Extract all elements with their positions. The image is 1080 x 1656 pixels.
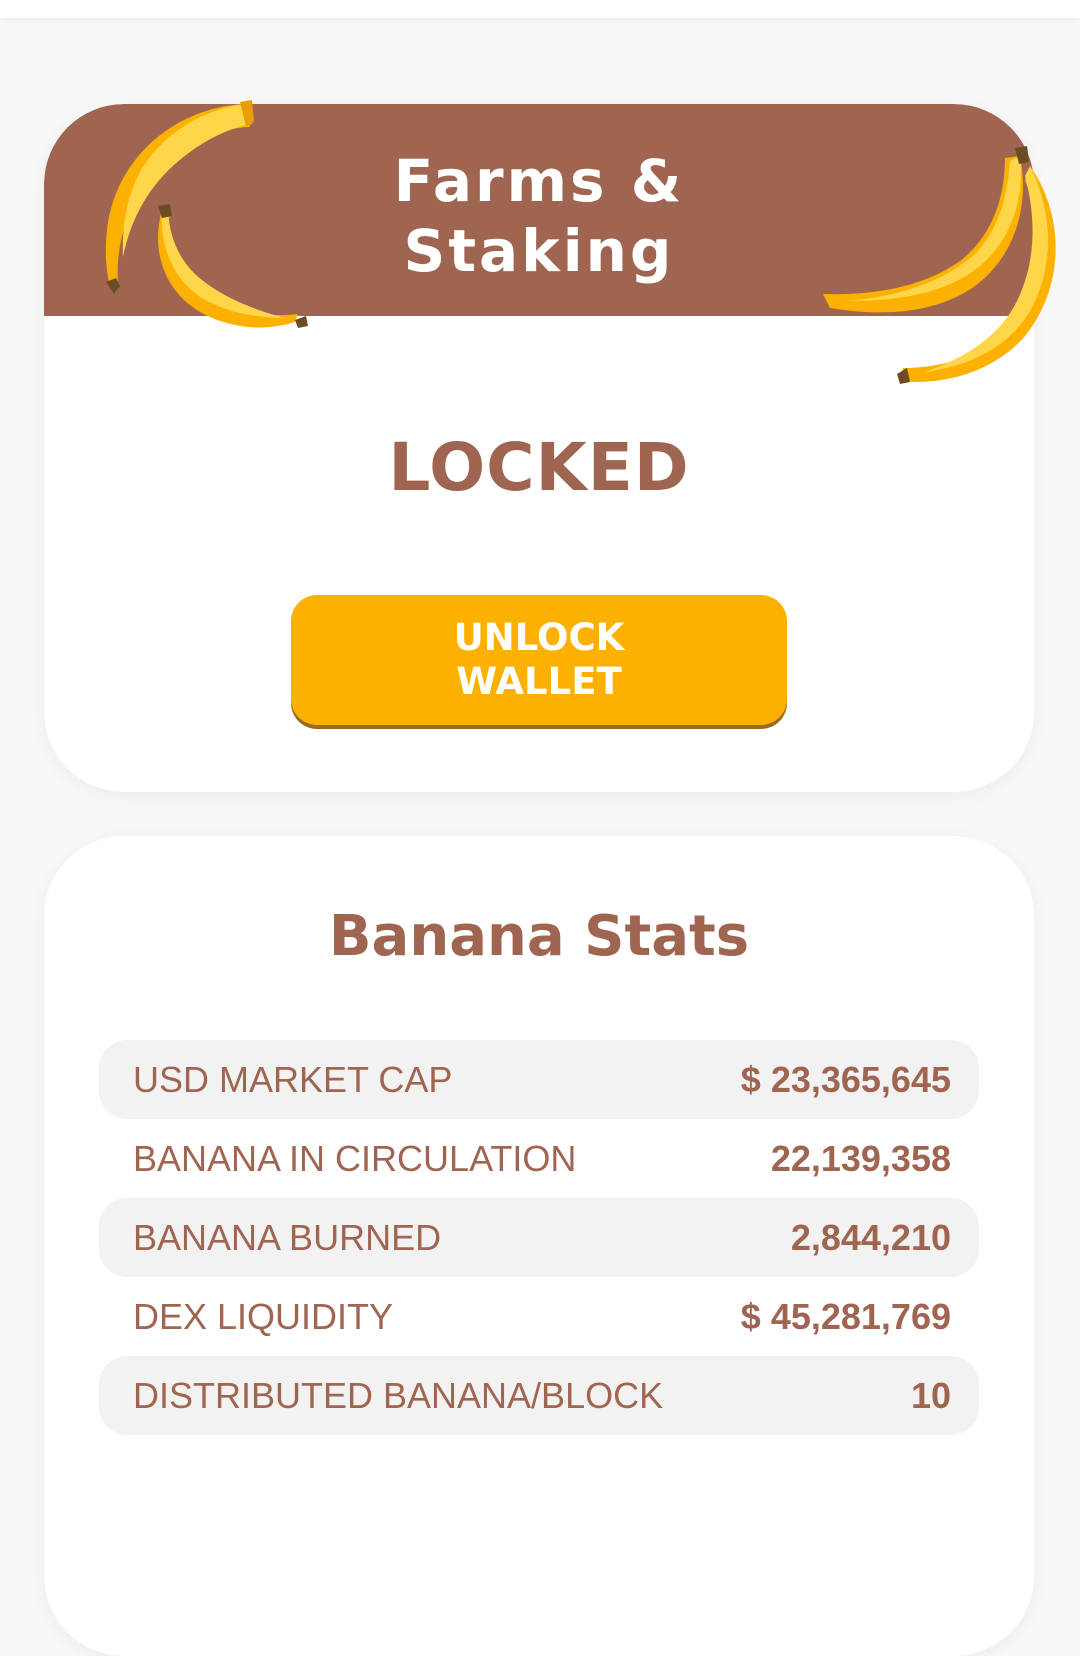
stat-label: DISTRIBUTED BANANA/BLOCK <box>133 1374 664 1416</box>
farms-staking-card: Farms & Staking LOCKED UNLOCK WALLET <box>44 104 1034 792</box>
stat-label: BANANA IN CIRCULATION <box>133 1137 577 1179</box>
top-bar <box>0 0 1080 18</box>
stat-value: $ 23,365,645 <box>740 1058 951 1100</box>
locked-status: LOCKED <box>388 429 690 506</box>
banana-stats-title: Banana Stats <box>328 904 750 969</box>
stat-row-banana-burned: BANANA BURNED 2,844,210 <box>99 1198 979 1277</box>
stat-row-banana-in-circulation: BANANA IN CIRCULATION 22,139,358 <box>99 1119 979 1198</box>
unlock-wallet-button[interactable]: UNLOCK WALLET <box>291 595 787 725</box>
stats-list: USD MARKET CAP $ 23,365,645 BANANA IN CI… <box>99 1040 979 1435</box>
stat-row-distributed-banana-per-block: DISTRIBUTED BANANA/BLOCK 10 <box>99 1356 979 1435</box>
stat-label: USD MARKET CAP <box>133 1058 453 1100</box>
stat-row-usd-market-cap: USD MARKET CAP $ 23,365,645 <box>99 1040 979 1119</box>
stat-label: DEX LIQUIDITY <box>133 1295 394 1337</box>
stat-row-dex-liquidity: DEX LIQUIDITY $ 45,281,769 <box>99 1277 979 1356</box>
banana-stats-card: Banana Stats USD MARKET CAP $ 23,365,645… <box>44 836 1034 1656</box>
stat-label: BANANA BURNED <box>133 1216 442 1258</box>
stat-value: $ 45,281,769 <box>740 1295 951 1337</box>
stat-value: 10 <box>910 1374 951 1416</box>
farms-card-title: Farms & Staking <box>393 147 685 285</box>
stat-value: 2,844,210 <box>790 1216 951 1258</box>
stat-value: 22,139,358 <box>770 1137 951 1179</box>
farms-card-header: Farms & Staking <box>44 104 1034 316</box>
